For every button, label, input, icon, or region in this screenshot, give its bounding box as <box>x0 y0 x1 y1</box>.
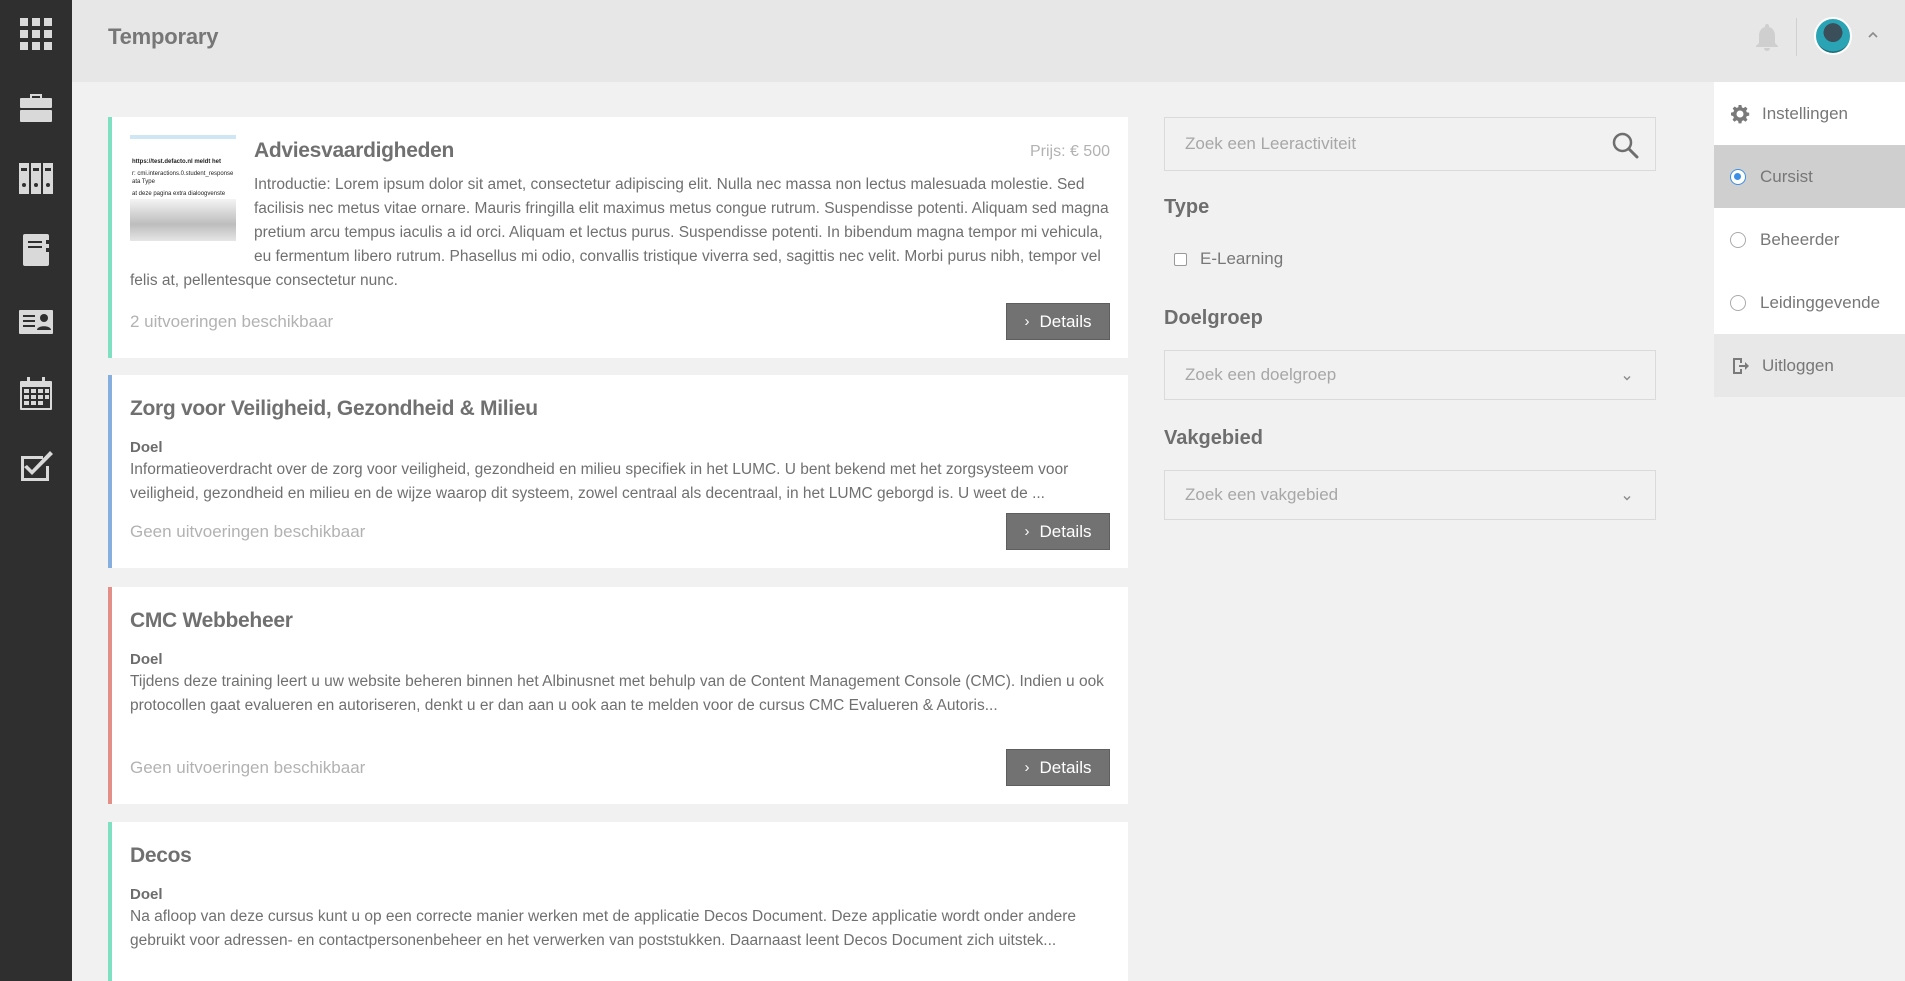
menu-item-settings-label: Instellingen <box>1762 103 1849 123</box>
details-label: Details <box>1039 521 1092 541</box>
course-title[interactable]: Zorg voor Veiligheid, Gezondheid & Milie… <box>130 397 1110 421</box>
elearning-checkbox[interactable] <box>1174 252 1187 266</box>
role-label: Beheerder <box>1760 229 1840 249</box>
calendar-icon[interactable] <box>18 376 54 412</box>
user-menu: Instellingen Cursist Beheerder Leidingge… <box>1714 82 1905 397</box>
vakgebied-select[interactable]: Zoek een vakgebied <box>1164 470 1656 520</box>
course-card: Decos Doel Na afloop van deze cursus kun… <box>108 822 1128 981</box>
course-title[interactable]: Adviesvaardigheden <box>130 139 1110 163</box>
menu-item-logout[interactable]: Uitloggen <box>1714 334 1905 397</box>
logout-icon <box>1730 356 1750 376</box>
doelgroep-placeholder: Zoek een doelgroep <box>1185 365 1337 384</box>
binders-icon[interactable] <box>18 160 54 196</box>
notification-bell-icon[interactable] <box>1753 22 1781 52</box>
briefcase-icon[interactable] <box>18 88 54 124</box>
apps-grid-icon[interactable] <box>18 16 54 52</box>
search-input[interactable] <box>1185 134 1585 154</box>
doelgroep-select[interactable]: Zoek een doelgroep <box>1164 350 1656 400</box>
details-button[interactable]: › Details <box>1006 513 1110 550</box>
course-title[interactable]: CMC Webbeheer <box>130 609 1110 633</box>
gear-icon <box>1730 104 1750 124</box>
details-button[interactable]: › Details <box>1006 749 1110 786</box>
course-card: https://test.defacto.nl meldt het r: cmi… <box>108 117 1128 358</box>
course-description: Informatieoverdracht over de zorg voor v… <box>130 461 1069 502</box>
activity-search <box>1164 117 1656 171</box>
radio-cursist[interactable] <box>1730 168 1746 185</box>
details-button[interactable]: › Details <box>1006 303 1110 340</box>
course-card: CMC Webbeheer Doel Tijdens deze training… <box>108 587 1128 804</box>
availability-text: Geen uitvoeringen beschikbaar <box>130 757 366 777</box>
chevron-down-icon <box>1621 369 1633 381</box>
availability-text: 2 uitvoeringen beschikbaar <box>130 311 334 331</box>
chevron-up-icon[interactable] <box>1866 28 1880 42</box>
type-heading: Type <box>1164 196 1210 218</box>
elearning-label: E-Learning <box>1200 249 1284 268</box>
card-footer: Geen uitvoeringen beschikbaar › Details <box>130 513 1110 550</box>
chevron-right-icon: › <box>1024 313 1030 330</box>
radio-leidinggevende[interactable] <box>1730 294 1746 311</box>
avatar[interactable] <box>1814 17 1852 55</box>
role-label: Cursist <box>1760 166 1813 186</box>
vakgebied-placeholder: Zoek een vakgebied <box>1185 485 1339 504</box>
course-description: Tijdens deze training leert u uw website… <box>130 673 1104 714</box>
top-bar: Temporary <box>72 0 1905 82</box>
course-description: Na afloop van deze cursus kunt u op een … <box>130 908 1077 949</box>
top-divider <box>1796 18 1797 56</box>
search-icon[interactable] <box>1611 131 1639 159</box>
chevron-right-icon: › <box>1024 759 1030 776</box>
filter-elearning[interactable]: E-Learning <box>1174 249 1283 269</box>
doelgroep-heading: Doelgroep <box>1164 307 1263 329</box>
course-description: Introductie: Lorem ipsum dolor sit amet,… <box>130 176 1109 289</box>
card-footer: 2 uitvoeringen beschikbaar › Details <box>130 303 1110 340</box>
menu-item-role-beheerder[interactable]: Beheerder <box>1714 208 1905 271</box>
course-subhead: Doel <box>130 651 163 668</box>
role-label: Leidinggevende <box>1760 292 1881 312</box>
menu-item-role-cursist[interactable]: Cursist <box>1714 145 1905 208</box>
sidebar <box>0 0 72 981</box>
notebook-icon[interactable] <box>18 232 54 268</box>
details-label: Details <box>1039 757 1092 777</box>
page-title: Temporary <box>108 24 219 49</box>
checklist-icon[interactable] <box>18 448 54 484</box>
card-footer: Geen uitvoeringen beschikbaar › Details <box>130 749 1110 786</box>
course-title[interactable]: Decos <box>130 844 1110 868</box>
course-subhead: Doel <box>130 439 163 456</box>
radio-beheerder[interactable] <box>1730 231 1746 248</box>
chevron-down-icon <box>1621 489 1633 501</box>
course-card: Zorg voor Veiligheid, Gezondheid & Milie… <box>108 375 1128 568</box>
course-subhead: Doel <box>130 886 163 903</box>
chevron-right-icon: › <box>1024 523 1030 540</box>
logout-label: Uitloggen <box>1762 355 1834 375</box>
details-label: Details <box>1039 311 1092 331</box>
availability-text: Geen uitvoeringen beschikbaar <box>130 521 366 541</box>
menu-item-settings[interactable]: Instellingen <box>1714 82 1905 145</box>
vakgebied-heading: Vakgebied <box>1164 427 1263 449</box>
contact-card-icon[interactable] <box>18 304 54 340</box>
menu-item-role-leidinggevende[interactable]: Leidinggevende <box>1714 271 1905 334</box>
